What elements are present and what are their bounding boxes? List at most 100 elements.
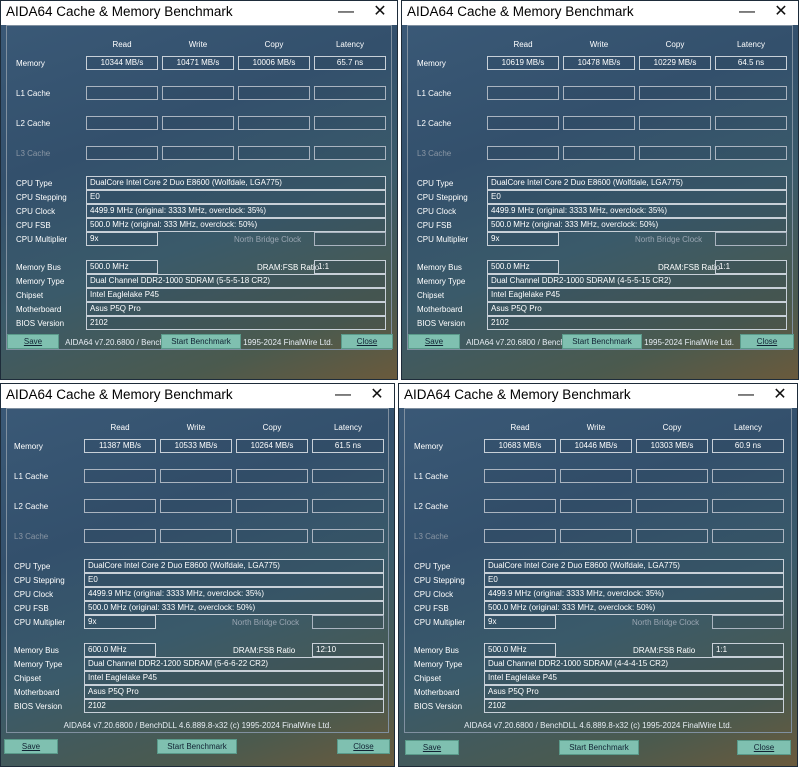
start-benchmark-button[interactable]: Start Benchmark [559,740,639,755]
l2-latency-value [712,499,784,513]
label-chipset: Chipset [417,291,445,300]
label-bios-version: BIOS Version [417,319,466,328]
chipset-value: Intel Eaglelake P45 [484,671,784,685]
close-icon[interactable]: ✕ [363,1,397,25]
l3-copy-value [236,529,308,543]
l3-read-value [84,529,156,543]
cpu-type-value: DualCore Intel Core 2 Duo E8600 (Wolfdal… [484,559,784,573]
north-bridge-value [712,615,784,629]
close-button[interactable]: Close [341,334,393,349]
label-cpu-type: CPU Type [414,562,451,571]
close-button[interactable]: Close [737,740,791,755]
memory-read-value: 10683 MB/s [484,439,556,453]
label-memory-bus: Memory Bus [14,646,59,655]
label-cpu-multiplier: CPU Multiplier [417,235,469,244]
results-panel: Read Write Copy Latency Memory 10683 MB/… [404,408,792,733]
results-panel: Read Write Copy Latency Memory 10619 MB/… [407,25,793,350]
label-motherboard: Motherboard [14,688,60,697]
l3-read-value [487,146,559,160]
label-bios-version: BIOS Version [14,702,63,711]
cpu-multiplier-value: 9x [86,232,158,246]
north-bridge-value [314,232,386,246]
memory-type-value: Dual Channel DDR2-1200 SDRAM (5-6-6-22 C… [84,657,384,671]
label-dram-ratio: DRAM:FSB Ratio [233,646,296,655]
memory-bus-value: 500.0 MHz [484,643,556,657]
l2-read-value [484,499,556,513]
north-bridge-label: North Bridge Clock [632,618,700,627]
l2-read-value [487,116,559,130]
close-button-label: Close [356,337,378,346]
row-label-memory: Memory [14,442,43,451]
l1-copy-value [238,86,310,100]
cpu-fsb-value: 500.0 MHz (original: 333 MHz, overclock:… [86,218,386,232]
col-header-latency: Latency [333,423,363,432]
save-button[interactable]: Save [408,334,460,349]
start-benchmark-label: Start Benchmark [569,743,629,752]
memory-type-value: Dual Channel DDR2-1000 SDRAM (4-5-5-15 C… [487,274,787,288]
cpu-multiplier-value: 9x [84,615,156,629]
cpu-stepping-value: E0 [484,573,784,587]
close-icon[interactable]: ✕ [764,1,798,25]
close-icon[interactable]: ✕ [763,384,797,408]
memory-write-value: 10446 MB/s [560,439,632,453]
col-header-write: Write [188,40,208,49]
l2-read-value [86,116,158,130]
copyright-footer: AIDA64 v7.20.6800 / BenchDLL 4.6.889.8-x… [63,721,332,730]
row-label-l2: L2 Cache [14,502,49,511]
chipset-value: Intel Eaglelake P45 [84,671,384,685]
row-label-l3: L3 Cache [417,149,452,158]
label-cpu-stepping: CPU Stepping [417,193,468,202]
close-icon[interactable]: ✕ [360,384,394,408]
label-cpu-multiplier: CPU Multiplier [16,235,68,244]
row-label-l1: L1 Cache [14,472,49,481]
results-panel: Read Write Copy Latency Memory 10344 MB/… [6,25,392,350]
col-header-write: Write [586,423,606,432]
col-header-read: Read [513,40,533,49]
minimize-icon[interactable]: — [730,1,764,25]
minimize-icon[interactable]: — [326,384,360,408]
memory-read-value: 10619 MB/s [487,56,559,70]
cpu-fsb-value: 500.0 MHz (original: 333 MHz, overclock:… [487,218,787,232]
save-button[interactable]: Save [7,334,59,349]
start-benchmark-label: Start Benchmark [171,337,231,346]
memory-copy-value: 10264 MB/s [236,439,308,453]
l3-latency-value [312,529,384,543]
memory-bus-value: 500.0 MHz [487,260,559,274]
close-button[interactable]: Close [740,334,794,349]
memory-bus-value: 500.0 MHz [86,260,158,274]
cpu-multiplier-value: 9x [484,615,556,629]
close-button[interactable]: Close [337,739,390,754]
row-label-memory: Memory [414,442,443,451]
north-bridge-value [715,232,787,246]
memory-write-value: 10533 MB/s [160,439,232,453]
l1-copy-value [236,469,308,483]
l1-copy-value [636,469,708,483]
l3-write-value [560,529,632,543]
minimize-icon[interactable]: — [729,384,763,408]
dram-ratio-value: 1:1 [715,260,787,274]
save-button[interactable]: Save [405,740,459,755]
label-cpu-type: CPU Type [14,562,51,571]
memory-copy-value: 10229 MB/s [639,56,711,70]
close-button-label: Close [353,742,374,751]
l1-write-value [162,86,234,100]
l2-latency-value [314,116,386,130]
memory-write-value: 10471 MB/s [162,56,234,70]
col-header-copy: Copy [665,40,685,49]
window-title: AIDA64 Cache & Memory Benchmark [6,4,233,19]
start-benchmark-button[interactable]: Start Benchmark [161,334,241,349]
label-dram-ratio: DRAM:FSB Ratio [658,263,721,272]
label-memory-bus: Memory Bus [414,646,459,655]
dram-ratio-value: 1:1 [314,260,386,274]
start-benchmark-button[interactable]: Start Benchmark [562,334,642,349]
row-label-l1: L1 Cache [16,89,51,98]
cpu-type-value: DualCore Intel Core 2 Duo E8600 (Wolfdal… [86,176,386,190]
save-button[interactable]: Save [4,739,58,754]
start-benchmark-button[interactable]: Start Benchmark [157,739,237,754]
l3-latency-value [712,529,784,543]
l2-copy-value [639,116,711,130]
minimize-icon[interactable]: — [329,1,363,25]
l2-write-value [560,499,632,513]
col-header-latency: Latency [733,423,763,432]
l2-copy-value [238,116,310,130]
